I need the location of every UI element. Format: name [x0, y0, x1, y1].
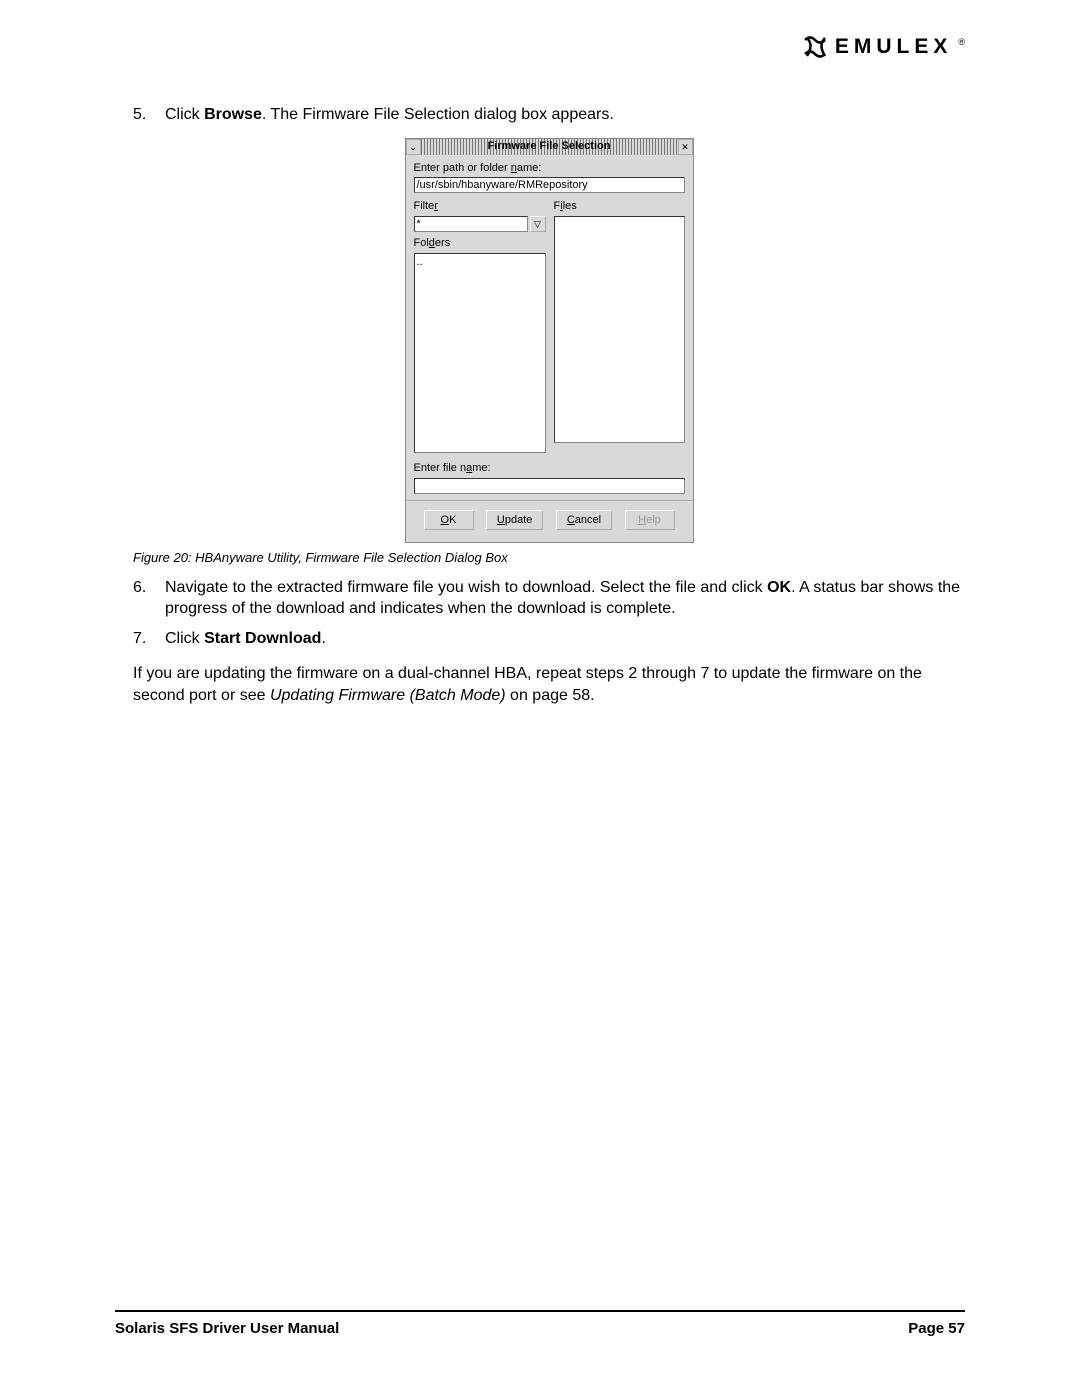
step-6: 6. Navigate to the extracted firmware fi…: [165, 577, 965, 620]
help-u: H: [638, 513, 646, 528]
firmware-file-selection-dialog: ⌄ Firmware File Selection ✕ Enter path o…: [405, 138, 694, 543]
folders-listbox[interactable]: ..: [414, 253, 546, 453]
path-input[interactable]: /usr/sbin/hbanyware/RMRepository: [414, 177, 685, 193]
filter-input[interactable]: *: [414, 216, 528, 232]
emulex-logo-text: EMULEX: [835, 35, 953, 59]
trailer-post: on page 58.: [506, 687, 595, 704]
step-7-pre: Click: [165, 630, 204, 647]
path-label-post: ame:: [517, 162, 541, 174]
figure-wrapper: ⌄ Firmware File Selection ✕ Enter path o…: [133, 138, 965, 543]
cancel-u: C: [567, 513, 575, 528]
help-button[interactable]: Help: [625, 510, 675, 530]
step-5: 5. Click Browse. The Firmware File Selec…: [165, 104, 965, 126]
filename-label: Enter file name:: [414, 461, 685, 476]
dialog-title: Firmware File Selection: [484, 139, 615, 154]
ok-button[interactable]: OK: [424, 510, 474, 530]
sysmenu-button[interactable]: ⌄: [406, 139, 421, 155]
step-5-number: 5.: [133, 104, 146, 126]
filter-label-u: r: [434, 200, 438, 212]
filter-label-pre: Filte: [414, 200, 435, 212]
step-5-bold: Browse: [204, 106, 262, 123]
step-5-post: . The Firmware File Selection dialog box…: [262, 106, 614, 123]
folders-label-pre: Fol: [414, 237, 429, 249]
cancel-post: ancel: [575, 513, 601, 528]
header-logo-row: EMULEX ®: [115, 35, 965, 59]
step-7-post: .: [321, 630, 325, 647]
dialog-dragbar[interactable]: Firmware File Selection: [421, 139, 678, 155]
registered-mark: ®: [958, 37, 965, 47]
update-u: U: [497, 513, 505, 528]
filter-dropdown-button[interactable]: ▽: [530, 216, 546, 232]
close-button[interactable]: ✕: [678, 139, 693, 155]
page-footer: Solaris SFS Driver User Manual Page 57: [115, 1310, 965, 1337]
emulex-logo: EMULEX ®: [803, 35, 965, 59]
help-post: elp: [646, 513, 661, 528]
step-7-number: 7.: [133, 628, 146, 650]
emulex-logo-icon: [803, 36, 829, 58]
content-area: 5. Click Browse. The Firmware File Selec…: [115, 104, 965, 706]
step-7: 7. Click Start Download.: [165, 628, 965, 650]
footer-right: Page 57: [908, 1320, 965, 1337]
trailer-paragraph: If you are updating the firmware on a du…: [133, 663, 965, 706]
dialog-button-row: OK Update Cancel Help: [414, 502, 685, 532]
filter-label: Filter: [414, 199, 546, 214]
cancel-button[interactable]: Cancel: [556, 510, 612, 530]
folders-label-post: ers: [435, 237, 450, 249]
filename-label-pre: Enter file n: [414, 462, 467, 474]
update-post: pdate: [505, 513, 533, 528]
files-listbox[interactable]: [554, 216, 685, 443]
step-6-bold: OK: [767, 579, 791, 596]
files-label-post: les: [563, 200, 577, 212]
folders-label: Folders: [414, 236, 546, 251]
files-label: Files: [554, 199, 685, 214]
step-6-pre: Navigate to the extracted firmware file …: [165, 579, 767, 596]
step-5-pre: Click: [165, 106, 204, 123]
trailer-italic: Updating Firmware (Batch Mode): [270, 687, 506, 704]
step-7-bold: Start Download: [204, 630, 321, 647]
ok-post: K: [449, 513, 456, 528]
figure-caption: Figure 20: HBAnyware Utility, Firmware F…: [133, 549, 965, 567]
path-label-pre: Enter path or folder: [414, 162, 511, 174]
dialog-body: Enter path or folder name: /usr/sbin/hba…: [406, 155, 693, 542]
filename-input[interactable]: [414, 478, 685, 494]
update-button[interactable]: Update: [486, 510, 543, 530]
path-label: Enter path or folder name:: [414, 161, 685, 176]
step-6-number: 6.: [133, 577, 146, 599]
dialog-titlebar: ⌄ Firmware File Selection ✕: [406, 139, 693, 155]
ok-u: O: [441, 513, 450, 528]
filename-label-post: me:: [472, 462, 490, 474]
footer-left: Solaris SFS Driver User Manual: [115, 1320, 339, 1337]
